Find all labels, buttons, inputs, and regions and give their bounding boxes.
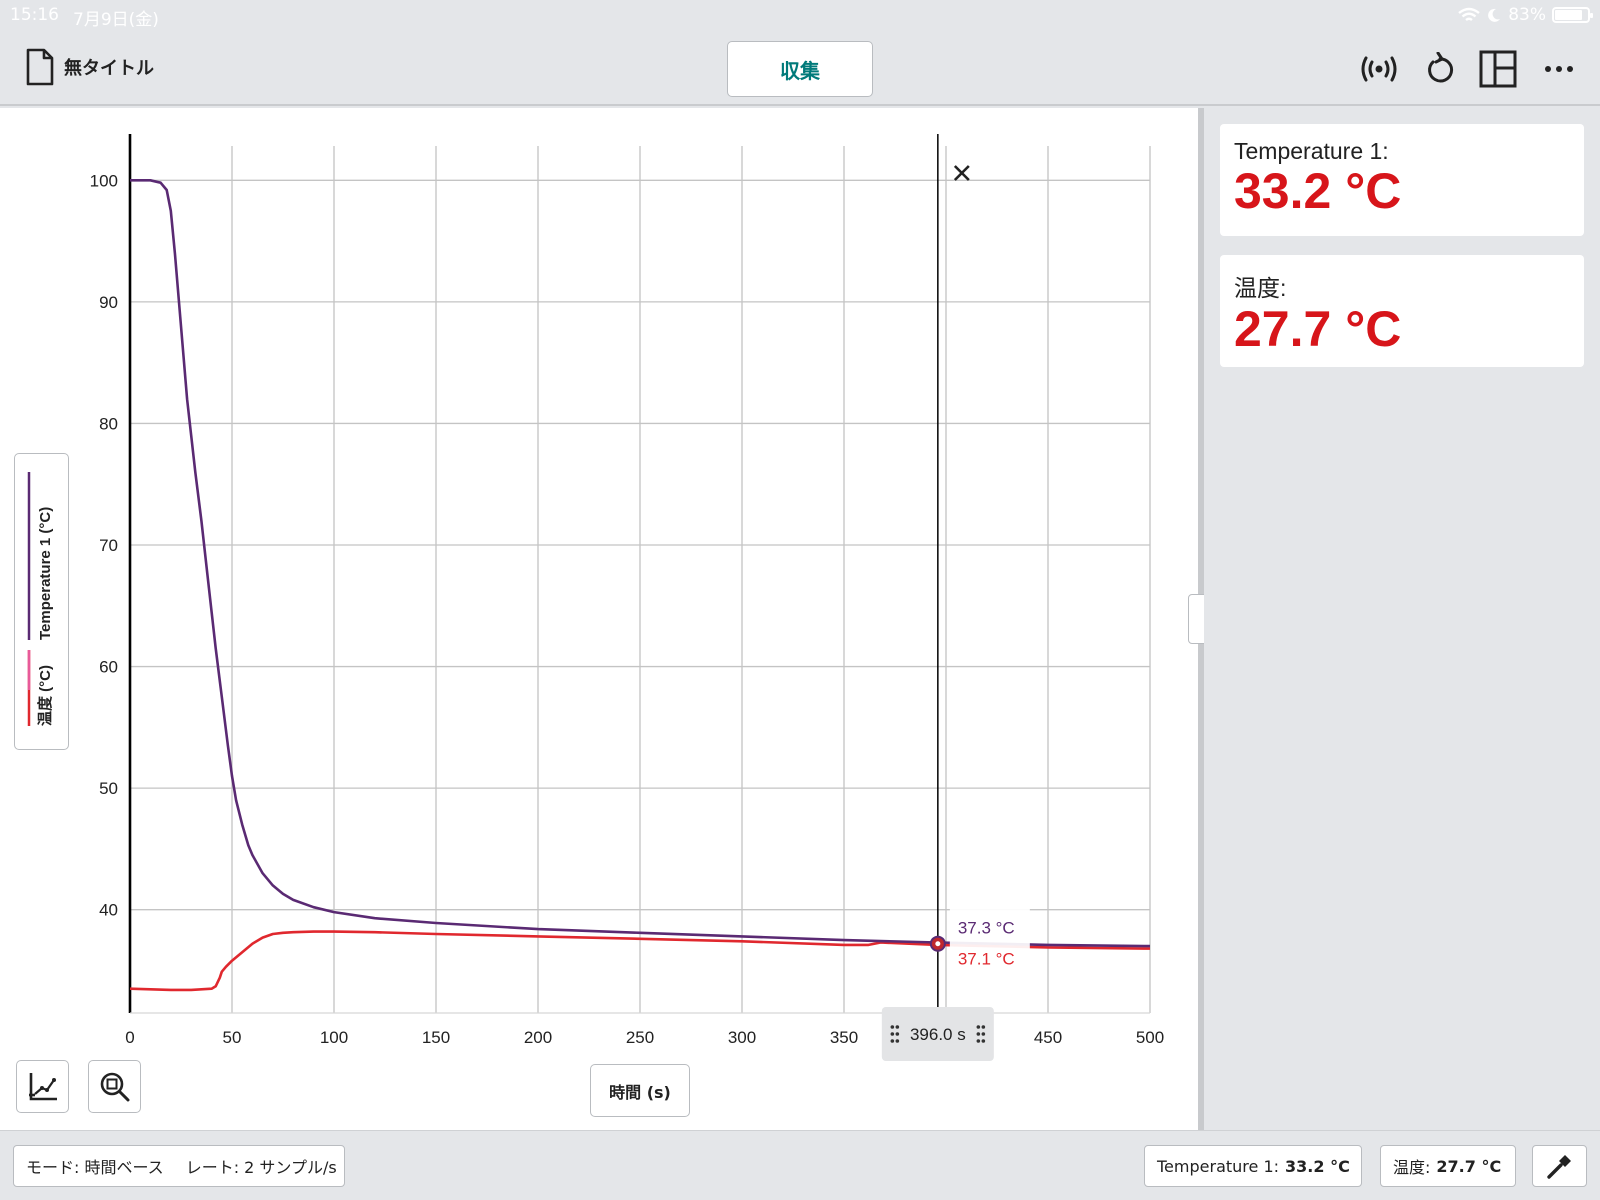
meter-temperature2[interactable]: 温度: 27.7 °C [1220, 255, 1584, 367]
status-bar: 15:16 7月9日(金) 83% [0, 0, 1600, 30]
more-icon [1545, 66, 1573, 72]
grip-dot [890, 1025, 895, 1029]
collection-mode-button[interactable]: モード: 時間ベース レート: 2 サンプル/s [13, 1145, 345, 1187]
cursor-value-series2: 37.1 °C [958, 950, 1015, 969]
document-title-button[interactable]: 無タイトル [26, 48, 154, 86]
grip-dot [890, 1032, 895, 1036]
meter-value: 33.2 °C [1234, 163, 1402, 219]
y-tick-label: 80 [99, 414, 118, 433]
y-tick-label: 90 [99, 293, 118, 312]
readout-value: 27.7 °C [1436, 1156, 1502, 1176]
temperature-chart: 0501001502002503003504004505004050607080… [90, 134, 1164, 1061]
y-tick-label: 40 [99, 901, 118, 920]
meter-label: Temperature 1: [1234, 138, 1389, 164]
meters-panel: Temperature 1: 33.2 °C 温度: 27.7 °C [1204, 108, 1600, 1130]
cursor-close-icon [953, 165, 970, 181]
meter-value: 27.7 °C [1234, 301, 1402, 357]
cursor-point-center [935, 941, 941, 947]
x-tick-label: 100 [320, 1028, 348, 1047]
moon-icon [1488, 8, 1501, 22]
legend-box[interactable]: Temperature 1 (°C) 温度 (°C) [14, 453, 69, 750]
legend-label-series2: 温度 (°C) [36, 665, 54, 726]
rate-text: レート: 2 サンプル/s [185, 1158, 337, 1177]
layout-icon [1479, 50, 1517, 88]
x-tick-label: 300 [728, 1028, 756, 1047]
meter-label: 温度: [1234, 275, 1287, 301]
document-icon [26, 48, 54, 86]
battery-percent: 83% [1508, 5, 1546, 25]
grip-dot [976, 1025, 981, 1029]
grip-dot [976, 1039, 981, 1043]
layout-button[interactable] [1476, 47, 1520, 91]
grip-dot [976, 1032, 981, 1036]
cursor-drag-handle[interactable]: 396.0 s [881, 1007, 994, 1061]
reset-button[interactable] [1418, 47, 1462, 91]
graph-options-button[interactable] [16, 1060, 69, 1113]
meter-temperature1[interactable]: Temperature 1: 33.2 °C [1220, 124, 1584, 236]
grip-dot [895, 1025, 900, 1029]
grip-dot [981, 1025, 986, 1029]
cursor-value-series1: 37.3 °C [958, 919, 1015, 938]
reset-icon [1428, 52, 1454, 83]
status-time: 15:16 [10, 5, 59, 25]
grip-dot [981, 1032, 986, 1036]
legend-label-series1: Temperature 1 (°C) [37, 507, 54, 640]
grip-dot [895, 1032, 900, 1036]
grip-dot [890, 1039, 895, 1043]
x-tick-label: 150 [422, 1028, 450, 1047]
collect-button[interactable]: 収集 [727, 41, 873, 97]
wrench-icon [1546, 1155, 1571, 1179]
y-tick-label: 100 [90, 171, 118, 190]
status-date: 7月9日(金) [73, 10, 159, 30]
x-tick-label: 350 [830, 1028, 858, 1047]
x-tick-label: 250 [626, 1028, 654, 1047]
graph-options-icon [28, 1072, 57, 1100]
x-tick-label: 500 [1136, 1028, 1164, 1047]
sensor-broadcast-button[interactable] [1357, 47, 1401, 91]
grip-dot [895, 1039, 900, 1043]
cursor-x-label: 396.0 s [910, 1025, 966, 1044]
tools-button[interactable] [1532, 1145, 1587, 1187]
x-tick-label: 450 [1034, 1028, 1062, 1047]
y-tick-label: 50 [99, 779, 118, 798]
grip-dot [981, 1039, 986, 1043]
footer-bar: モード: 時間ベース レート: 2 サンプル/s Temperature 1: 3… [0, 1130, 1600, 1200]
x-axis-column-button[interactable]: 時間 (s) [590, 1064, 690, 1117]
sensor-readout-1[interactable]: Temperature 1: 33.2 °C [1144, 1145, 1362, 1187]
graph-panel: 0501001502002503003504004505004050607080… [0, 108, 1198, 1130]
zoom-button[interactable] [88, 1060, 141, 1113]
readout-value: 33.2 °C [1285, 1156, 1350, 1176]
readout-label: Temperature 1: [1157, 1156, 1280, 1176]
x-tick-label: 50 [223, 1028, 242, 1047]
more-button[interactable] [1537, 47, 1581, 91]
y-tick-label: 60 [99, 658, 118, 677]
status-right: 83% [1458, 5, 1593, 25]
sensor-readout-2[interactable]: 温度: 27.7 °C [1380, 1145, 1516, 1187]
document-title: 無タイトル [64, 58, 154, 79]
readout-label: 温度: [1393, 1158, 1431, 1177]
wifi-icon [1458, 7, 1480, 21]
mode-text: モード: 時間ベース [26, 1158, 164, 1177]
x-tick-label: 200 [524, 1028, 552, 1047]
zoom-icon [100, 1072, 129, 1101]
sensor-broadcast-icon [1361, 56, 1397, 82]
y-tick-label: 70 [99, 536, 118, 555]
toolbar: 無タイトル 収集 [0, 30, 1600, 106]
x-tick-label: 0 [125, 1028, 134, 1047]
battery-icon [1552, 7, 1593, 23]
